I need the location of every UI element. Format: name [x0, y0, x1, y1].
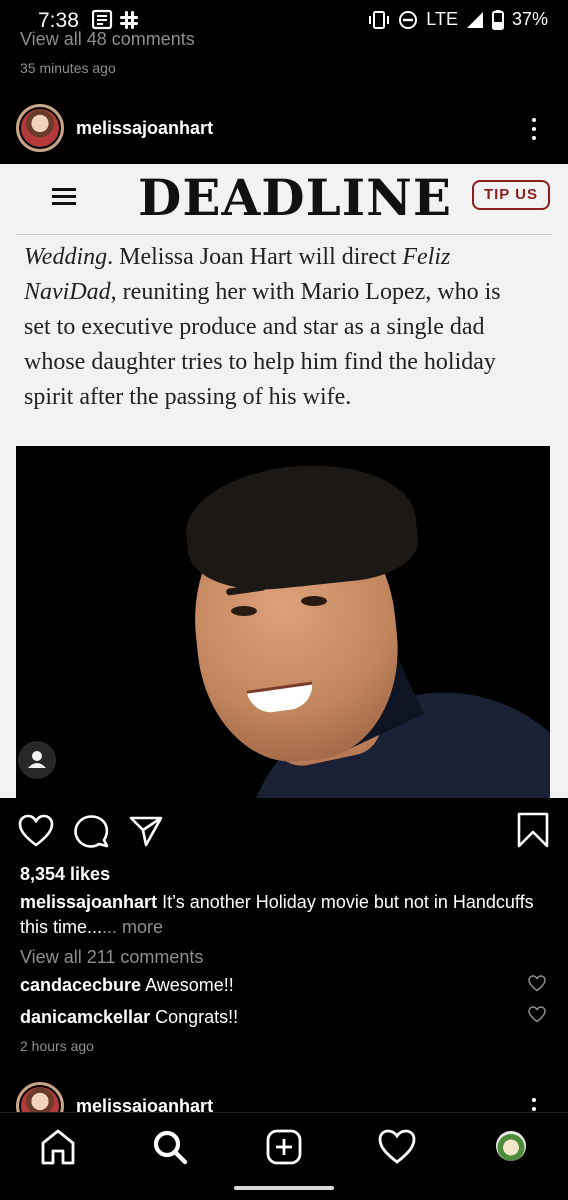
- vibrate-icon: [369, 10, 390, 29]
- article-text: Wedding. Melissa Joan Hart will direct F…: [24, 240, 544, 415]
- comment-like-heart-icon[interactable]: [528, 975, 546, 992]
- article-line: spirit after the passing of his wife.: [24, 380, 544, 415]
- view-all-comments-link[interactable]: View all 211 comments: [20, 947, 203, 968]
- article-run: , reuniting her with Mario Lopez, who is: [110, 279, 501, 305]
- divider: [16, 234, 552, 235]
- article-run: Feliz: [402, 244, 451, 270]
- profile-avatar-icon[interactable]: [496, 1131, 526, 1161]
- signal-icon: [466, 11, 483, 28]
- post-image[interactable]: DEADLINE TIP US Wedding. Melissa Joan Ha…: [0, 164, 568, 798]
- article-run: Wedding: [24, 244, 108, 270]
- comment-icon[interactable]: [74, 814, 110, 848]
- article-line: whose daughter tries to help him find th…: [24, 345, 544, 380]
- save-bookmark-icon[interactable]: [516, 812, 550, 848]
- article-run: set to executive produce and star as a s…: [24, 314, 485, 340]
- search-icon[interactable]: [150, 1127, 190, 1167]
- prev-view-all-comments[interactable]: View all 48 comments: [20, 30, 195, 48]
- article-run: NaviDad: [24, 279, 111, 305]
- comment-text: Awesome!!: [141, 975, 234, 995]
- new-post-icon[interactable]: [264, 1127, 304, 1167]
- article-line: NaviDad, reuniting her with Mario Lopez,…: [24, 275, 544, 310]
- deadline-header: DEADLINE TIP US: [0, 164, 568, 234]
- article-run: spirit after the passing of his wife.: [24, 384, 352, 410]
- likes-count[interactable]: 8,354 likes: [20, 864, 110, 885]
- deadline-logo: DEADLINE: [138, 168, 452, 227]
- comment-username[interactable]: danicamckellar: [20, 1007, 150, 1027]
- post-username[interactable]: melissajoanhart: [76, 118, 213, 139]
- home-icon[interactable]: [38, 1127, 78, 1167]
- more-options-icon[interactable]: [526, 114, 542, 144]
- comment-username[interactable]: candacecbure: [20, 975, 141, 995]
- do-not-disturb-icon: [399, 10, 418, 29]
- caption-username[interactable]: melissajoanhart: [20, 892, 157, 912]
- home-indicator[interactable]: [234, 1186, 334, 1190]
- article-run: . Melissa Joan Hart will direct: [107, 244, 403, 270]
- activity-heart-icon[interactable]: [377, 1127, 417, 1167]
- more-options-icon[interactable]: [526, 1094, 542, 1112]
- comment-like-heart-icon[interactable]: [528, 1006, 546, 1023]
- article-line: set to executive produce and star as a s…: [24, 310, 544, 345]
- avatar[interactable]: [16, 104, 64, 152]
- prev-post-time: 35 minutes ago: [20, 60, 116, 76]
- bottom-nav-bar: [0, 1112, 568, 1179]
- post-actions: [0, 800, 568, 860]
- like-heart-icon[interactable]: [18, 814, 54, 848]
- comment-row: candacecbure Awesome!!: [20, 975, 234, 996]
- battery-percent: 37%: [511, 9, 548, 29]
- status-right-icons: LTE 37%: [368, 9, 548, 30]
- comment-row: danicamckellar Congrats!!: [20, 1007, 238, 1028]
- tip-us-button: TIP US: [472, 180, 550, 210]
- post-caption: melissajoanhart It’s another Holiday mov…: [20, 890, 540, 940]
- news-icon: [91, 9, 138, 30]
- slack-icon: [120, 11, 138, 29]
- tagged-people-icon[interactable]: [18, 741, 56, 779]
- article-line: Wedding. Melissa Joan Hart will direct F…: [24, 240, 544, 275]
- battery-icon: [491, 9, 504, 30]
- comment-text: Congrats!!: [150, 1007, 239, 1027]
- post-time: 2 hours ago: [20, 1038, 94, 1054]
- article-run: whose daughter tries to help him find th…: [24, 349, 496, 375]
- caption-more-link[interactable]: ... more: [102, 917, 163, 937]
- share-icon[interactable]: [128, 814, 164, 848]
- network-type: LTE: [426, 9, 458, 29]
- article-photo: [16, 446, 550, 798]
- hamburger-menu-icon: [52, 188, 76, 206]
